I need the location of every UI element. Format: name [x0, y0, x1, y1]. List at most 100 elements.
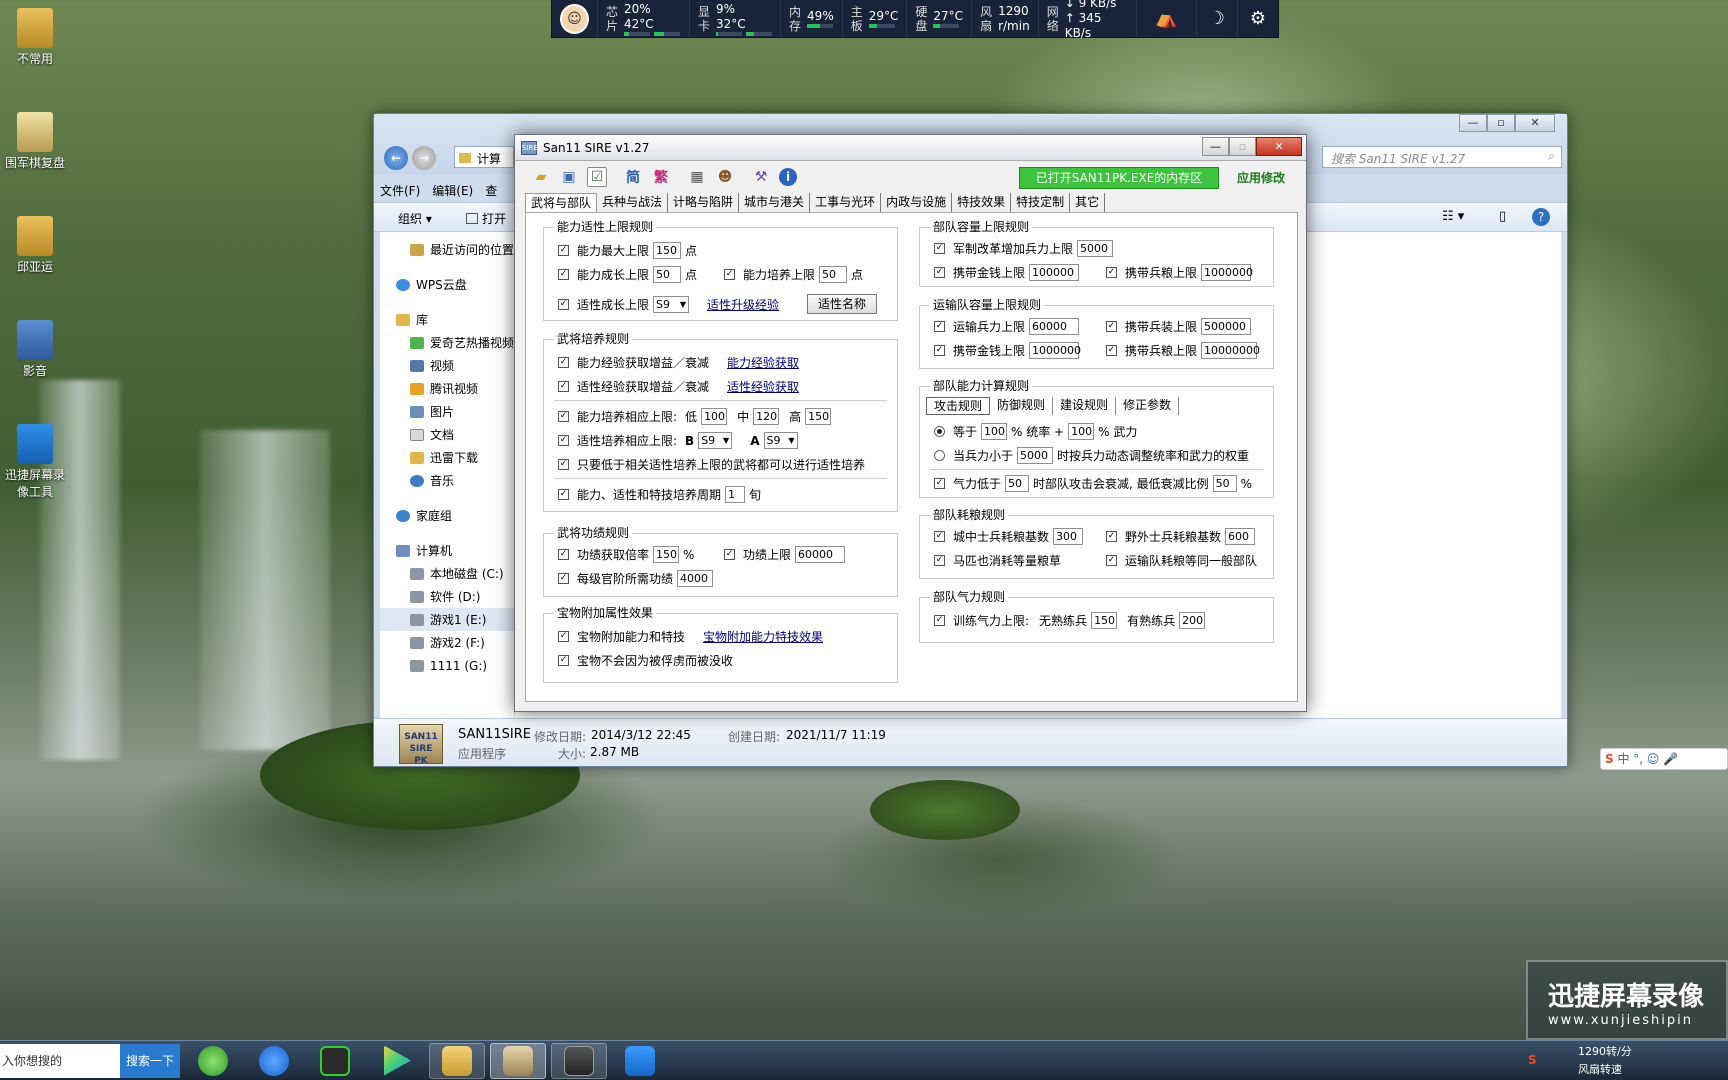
subtab-defense[interactable]: 防御规则 — [990, 397, 1054, 415]
nav-library-item[interactable]: 迅雷下载 — [380, 446, 514, 469]
low-cap-input[interactable]: 100 — [701, 408, 728, 425]
close-button[interactable]: ✕ — [1256, 137, 1302, 156]
nav-library-item[interactable]: 腾讯视频 — [380, 377, 514, 400]
transport-food-input[interactable]: 10000000 — [1201, 342, 1260, 359]
tab-works-auras[interactable]: 工事与光环 — [810, 193, 882, 213]
checkbox[interactable]: ✓ — [1106, 321, 1117, 332]
checkbox[interactable]: ✓ — [558, 245, 569, 256]
rocket-icon[interactable]: ⛺ — [1136, 0, 1195, 37]
morale-threshold-input[interactable]: 50 — [1005, 475, 1030, 492]
view-options-icon[interactable]: ☷ ▾ — [1442, 209, 1464, 224]
treasure-effect-link[interactable]: 宝物附加能力特技效果 — [703, 628, 823, 645]
tab-skill-custom[interactable]: 特技定制 — [1011, 193, 1071, 213]
nav-library[interactable]: 库 — [380, 308, 514, 331]
checkbox[interactable]: ✓ — [558, 357, 569, 368]
skilled-morale-input[interactable]: 200 — [1179, 612, 1206, 629]
checkbox[interactable]: ✓ — [558, 411, 569, 422]
desktop-icon-recorder[interactable]: 迅捷屏幕录像工具 — [0, 424, 70, 500]
rank-merit-input[interactable]: 4000 — [677, 570, 714, 587]
high-cap-input[interactable]: 150 — [805, 408, 832, 425]
troop-threshold-input[interactable]: 5000 — [1017, 447, 1054, 464]
cycle-input[interactable]: 1 — [725, 486, 746, 503]
checkbox[interactable]: ✓ — [934, 555, 945, 566]
tab-skill-effects[interactable]: 特技效果 — [952, 193, 1012, 213]
ability-grow-input[interactable]: 50 — [653, 266, 682, 283]
checkbox[interactable]: ✓ — [558, 631, 569, 642]
checkbox[interactable]: ✓ — [558, 269, 569, 280]
tools-icon[interactable]: ⚒ — [751, 167, 771, 187]
subtab-build[interactable]: 建设规则 — [1053, 397, 1117, 415]
reform-troops-input[interactable]: 5000 — [1077, 240, 1114, 257]
ability-exp-link[interactable]: 能力经验获取 — [727, 354, 799, 371]
war-pct-input[interactable]: 100 — [1068, 423, 1095, 440]
a-aptitude-select[interactable]: S9 ▼ — [763, 432, 798, 449]
nav-wps[interactable]: WPS云盘 — [380, 273, 514, 296]
minimize-button[interactable]: — — [1459, 114, 1487, 132]
ability-train-input[interactable]: 50 — [819, 266, 848, 283]
moon-icon[interactable]: ☽ — [1195, 0, 1237, 37]
nav-library-item[interactable]: 文档 — [380, 423, 514, 446]
open-button[interactable]: 打开 — [466, 210, 506, 227]
mid-cap-input[interactable]: 120 — [753, 408, 780, 425]
general-face-icon[interactable]: ☻ — [715, 167, 735, 187]
tab-cities-ports[interactable]: 城市与港关 — [739, 193, 811, 213]
checkbox[interactable]: ✓ — [934, 321, 945, 332]
tab-troops-tactics[interactable]: 兵种与战法 — [597, 193, 669, 213]
checkbox[interactable]: ✓ — [558, 489, 569, 500]
aptitude-name-button[interactable]: 适性名称 — [807, 294, 878, 314]
city-food-input[interactable]: 300 — [1053, 528, 1084, 545]
taskbar-player-icon[interactable] — [368, 1043, 424, 1079]
checkbox[interactable]: ✓ — [558, 381, 569, 392]
leadership-pct-input[interactable]: 100 — [981, 423, 1008, 440]
merit-rate-input[interactable]: 150 — [653, 546, 680, 563]
checklist-icon[interactable]: ☑ — [587, 167, 607, 187]
ime-toolbar[interactable]: S 中 °, ☺ 🎤 — [1600, 748, 1728, 770]
minimize-button[interactable]: — — [1202, 137, 1229, 156]
checkbox[interactable]: ✓ — [558, 298, 569, 310]
checkbox[interactable]: ✓ — [558, 655, 569, 666]
taskbar-kugou-icon[interactable] — [246, 1043, 302, 1079]
checkbox[interactable]: ✓ — [724, 549, 735, 560]
taskbar-search-input[interactable]: 入你想搜的 — [0, 1043, 120, 1078]
nav-library-item[interactable]: 图片 — [380, 400, 514, 423]
checkbox[interactable]: ✓ — [934, 267, 945, 278]
nav-library-item[interactable]: 音乐 — [380, 469, 514, 492]
ability-max-input[interactable]: 150 — [653, 242, 682, 259]
checkbox[interactable]: ✓ — [724, 269, 735, 280]
preview-pane-icon[interactable]: ▯ — [1499, 209, 1506, 224]
nav-computer[interactable]: 计算机 — [380, 539, 514, 562]
checkbox[interactable]: ✓ — [1106, 531, 1117, 542]
info-icon[interactable]: i — [779, 168, 797, 186]
radio-button[interactable] — [934, 450, 945, 461]
checkbox[interactable]: ✓ — [934, 615, 945, 626]
forward-icon[interactable]: → — [412, 146, 436, 170]
checkbox[interactable]: ✓ — [934, 345, 945, 356]
min-decay-input[interactable]: 50 — [1212, 475, 1237, 492]
nav-recent[interactable]: 最近访问的位置 — [380, 238, 514, 261]
nav-library-item[interactable]: 爱奇艺热播视频 — [380, 331, 514, 354]
radio-button[interactable] — [934, 426, 945, 437]
unit-food-input[interactable]: 1000000 — [1201, 264, 1253, 281]
aptitude-exp-link[interactable]: 适性升级经验 — [707, 296, 779, 313]
nav-drive[interactable]: 游戏1 (E:) — [380, 608, 514, 631]
tab-generals-units[interactable]: 武将与部队 — [525, 193, 598, 213]
field-food-input[interactable]: 600 — [1225, 528, 1256, 545]
desktop-icon-folder[interactable]: 不常用 — [0, 8, 70, 67]
menu-file[interactable]: 文件(F) — [380, 182, 420, 199]
help-icon[interactable]: ? — [1532, 208, 1550, 226]
b-aptitude-select[interactable]: S9 ▼ — [698, 432, 733, 449]
checkbox[interactable]: ✓ — [558, 435, 569, 446]
transport-equip-input[interactable]: 500000 — [1201, 318, 1252, 335]
tab-other[interactable]: 其它 — [1070, 193, 1106, 213]
checkbox[interactable]: ✓ — [1106, 555, 1117, 566]
sogou-tray-icon[interactable]: S — [1528, 1053, 1537, 1067]
checkbox[interactable]: ✓ — [934, 478, 945, 489]
unit-gold-input[interactable]: 100000 — [1029, 264, 1080, 281]
raw-morale-input[interactable]: 150 — [1091, 612, 1118, 629]
maximize-button[interactable]: ▫ — [1487, 114, 1515, 132]
search-input[interactable]: 搜索 San11 SIRE v1.27 ⌕ — [1322, 146, 1562, 168]
address-bar[interactable]: 计算 — [454, 146, 514, 168]
menu-view[interactable]: 查 — [485, 182, 497, 199]
nav-library-item[interactable]: 视频 — [380, 354, 514, 377]
transport-troops-input[interactable]: 60000 — [1029, 318, 1080, 335]
